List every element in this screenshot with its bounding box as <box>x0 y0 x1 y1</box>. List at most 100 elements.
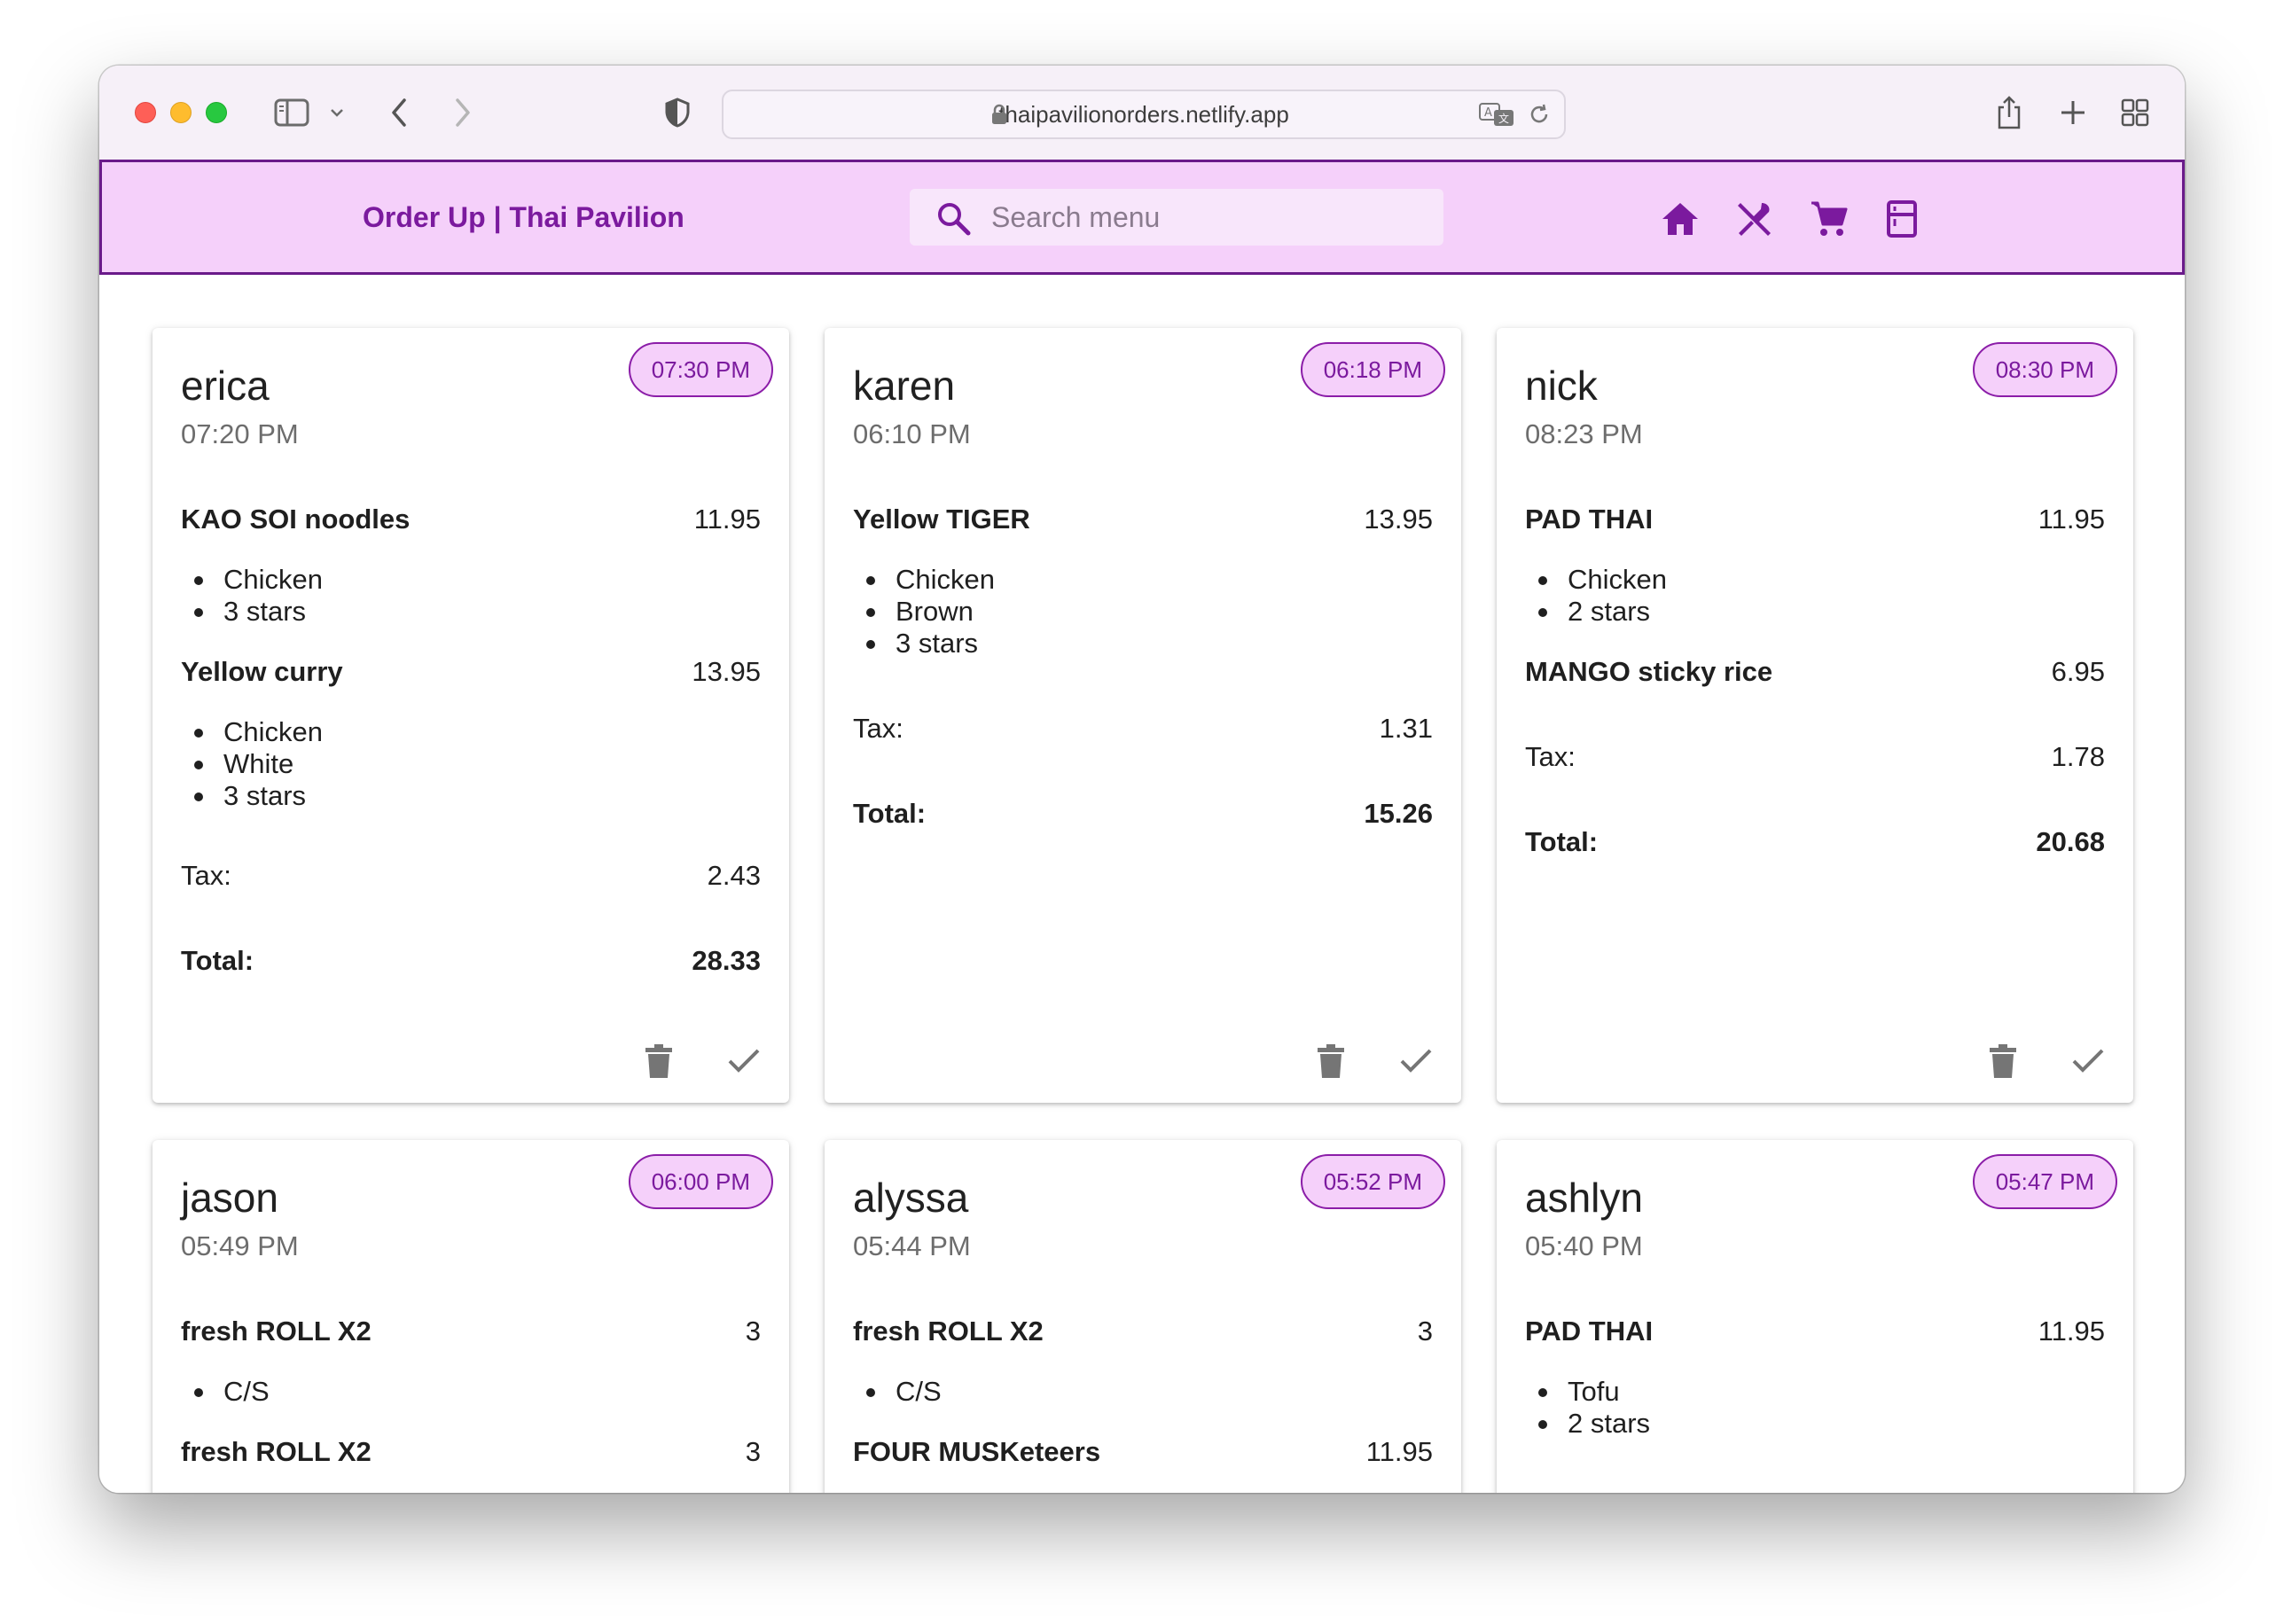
modifier: 3 stars <box>866 628 995 660</box>
modifier: Tofu <box>1537 1376 1650 1408</box>
cart-icon[interactable] <box>1808 198 1850 240</box>
tax-label: Tax: <box>1525 741 1576 772</box>
modifier: 2 stars <box>1538 596 1667 628</box>
sidebar-toggle-icon[interactable] <box>270 90 314 135</box>
url-text: thaipavilionorders.netlify.app <box>998 101 1289 128</box>
delete-icon[interactable] <box>1981 1039 2025 1083</box>
item-modifiers: Tofu 2 stars <box>1537 1376 1651 1440</box>
forward-icon[interactable] <box>445 90 481 135</box>
order-card: alyssa 05:44 PM 05:52 PM fresh ROLL X2 3… <box>825 1140 1461 1493</box>
item-price: 3 <box>745 1316 761 1347</box>
search-input[interactable]: Search menu <box>910 189 1443 246</box>
orders-grid: erica 07:20 PM 07:30 PM KAO SOI noodles … <box>99 275 2185 1493</box>
minimize-window-button[interactable] <box>170 102 192 123</box>
order-card: erica 07:20 PM 07:30 PM KAO SOI noodles … <box>153 328 789 1103</box>
order-item: fresh ROLL X2 3 <box>181 1436 761 1472</box>
order-item: fresh ROLL X2 3 <box>853 1316 1433 1351</box>
item-modifiers: C/S <box>866 1376 942 1408</box>
customer-name: ashlyn <box>1525 1175 1643 1221</box>
order-placed-time: 06:10 PM <box>853 418 971 449</box>
search-placeholder: Search menu <box>991 201 1161 233</box>
translate-icon[interactable]: A文 <box>1479 102 1514 131</box>
total-label: Total: <box>181 945 254 976</box>
modifier: Chicken <box>194 564 323 595</box>
chevron-down-icon[interactable] <box>325 90 349 135</box>
order-card: ashlyn 05:40 PM 05:47 PM PAD THAI 11.95 … <box>1497 1140 2133 1493</box>
home-icon[interactable] <box>1659 198 1701 240</box>
tax-label: Tax: <box>181 860 231 891</box>
shield-icon[interactable] <box>660 90 695 135</box>
item-price: 3 <box>745 1436 761 1467</box>
modifier: C/S <box>194 1376 270 1407</box>
svg-text:A: A <box>1484 106 1492 120</box>
card-actions <box>637 1039 766 1083</box>
address-bar[interactable]: thaipavilionorders.netlify.app A文 <box>722 90 1566 139</box>
delete-icon[interactable] <box>637 1039 681 1083</box>
total-label: Total: <box>853 798 927 829</box>
modifier: C/S <box>866 1376 942 1407</box>
back-icon[interactable] <box>381 90 417 135</box>
reload-icon[interactable] <box>1527 102 1552 131</box>
restaurant-icon[interactable] <box>1733 198 1776 240</box>
tax-row: Tax: 1.78 <box>1525 741 2105 777</box>
item-price: 13.95 <box>1364 504 1433 535</box>
customer-name: karen <box>853 363 956 409</box>
modifier: Chicken <box>194 716 323 747</box>
fullscreen-window-button[interactable] <box>206 102 227 123</box>
item-price: 11.95 <box>2038 1316 2105 1347</box>
tax-value: 1.78 <box>2051 741 2105 772</box>
customer-name: erica <box>181 363 270 409</box>
tax-row: Tax: 2.43 <box>181 860 761 895</box>
due-time-badge: 05:52 PM <box>1300 1154 1445 1209</box>
order-placed-time: 05:49 PM <box>181 1230 299 1261</box>
customer-name: jason <box>181 1175 278 1221</box>
tax-row: Tax: 1.31 <box>853 713 1433 748</box>
order-item: MANGO sticky rice 6.95 <box>1525 656 2105 691</box>
total-row: Total: 20.68 <box>1525 826 2105 862</box>
item-modifiers: Chicken 3 stars <box>194 564 323 628</box>
item-name: fresh ROLL X2 <box>181 1436 372 1467</box>
card-actions <box>1981 1039 2110 1083</box>
due-time-badge: 05:47 PM <box>1972 1154 2117 1209</box>
order-item: Yellow curry 13.95 <box>181 656 761 691</box>
item-name: fresh ROLL X2 <box>181 1316 372 1347</box>
order-card: karen 06:10 PM 06:18 PM Yellow TIGER 13.… <box>825 328 1461 1103</box>
check-icon[interactable] <box>722 1039 766 1083</box>
lock-icon <box>991 104 1007 129</box>
delete-icon[interactable] <box>1309 1039 1353 1083</box>
item-price: 11.95 <box>2038 504 2105 535</box>
modifier: 2 stars <box>1537 1408 1651 1439</box>
modifier: 3 stars <box>194 596 323 628</box>
customer-name: alyssa <box>853 1175 969 1221</box>
app-bar: Order Up | Thai Pavilion Search menu <box>99 160 2185 275</box>
item-price: 6.95 <box>2051 656 2105 687</box>
search-icon <box>936 201 972 241</box>
check-icon[interactable] <box>1394 1039 1438 1083</box>
total-row: Total: 15.26 <box>853 798 1433 833</box>
order-item: KAO SOI noodles 11.95 <box>181 504 761 539</box>
close-window-button[interactable] <box>135 102 156 123</box>
order-item: PAD THAI 11.95 <box>1525 1316 2105 1351</box>
customer-name: nick <box>1525 363 1598 409</box>
total-value: 15.26 <box>1364 798 1433 829</box>
order-item: fresh ROLL X2 3 <box>181 1316 761 1351</box>
item-name: FOUR MUSKeteers <box>853 1436 1101 1467</box>
total-row: Total: 28.33 <box>181 945 761 980</box>
item-name: Yellow TIGER <box>853 504 1030 535</box>
total-label: Total: <box>1525 826 1599 857</box>
total-value: 20.68 <box>2036 826 2105 857</box>
new-tab-icon[interactable] <box>2053 90 2092 135</box>
item-name: Yellow curry <box>181 656 343 687</box>
tab-overview-icon[interactable] <box>2116 90 2155 135</box>
item-name: KAO SOI noodles <box>181 504 411 535</box>
order-placed-time: 08:23 PM <box>1525 418 1643 449</box>
due-time-badge: 08:30 PM <box>1972 342 2117 397</box>
order-card: jason 05:49 PM 06:00 PM fresh ROLL X2 3 … <box>153 1140 789 1493</box>
order-placed-time: 05:40 PM <box>1525 1230 1643 1261</box>
kitchen-icon[interactable] <box>1881 198 1923 240</box>
share-icon[interactable] <box>1990 90 2029 135</box>
order-placed-time: 05:44 PM <box>853 1230 971 1261</box>
app-title[interactable]: Order Up | Thai Pavilion <box>363 162 684 272</box>
modifier: Chicken <box>866 564 995 595</box>
check-icon[interactable] <box>2066 1039 2110 1083</box>
